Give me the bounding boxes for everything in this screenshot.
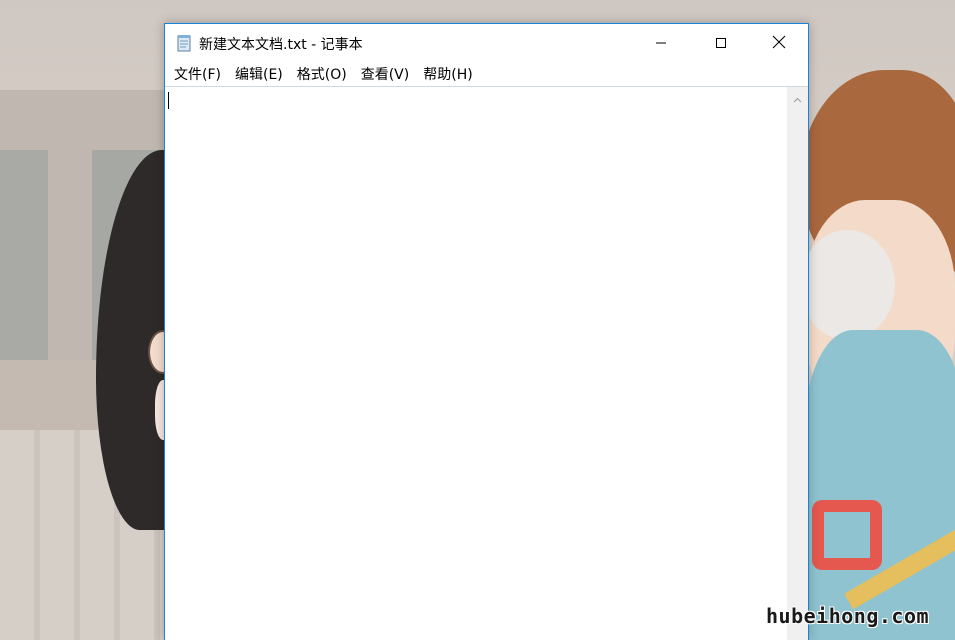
chevron-up-icon <box>793 88 802 107</box>
vertical-scrollbar[interactable] <box>787 87 808 640</box>
close-icon <box>772 34 786 53</box>
notepad-icon[interactable] <box>175 34 193 52</box>
minimize-button[interactable] <box>638 24 684 62</box>
menu-view[interactable]: 查看(V) <box>354 62 417 86</box>
text-editor[interactable] <box>165 87 785 640</box>
wallpaper-boy-mask <box>800 230 895 340</box>
maximize-icon <box>715 34 727 53</box>
menu-format[interactable]: 格式(O) <box>290 62 354 86</box>
text-caret <box>168 92 169 109</box>
maximize-button[interactable] <box>698 24 744 62</box>
wallpaper-shirt-sign <box>812 500 882 570</box>
menu-help[interactable]: 帮助(H) <box>416 62 479 86</box>
notepad-window: 新建文本文档.txt - 记事本 文件(F) 编辑(E) 格式(O) 查看(V)… <box>164 23 809 640</box>
minimize-icon <box>655 34 667 53</box>
title-bar[interactable]: 新建文本文档.txt - 记事本 <box>165 24 808 62</box>
menu-edit[interactable]: 编辑(E) <box>228 62 290 86</box>
watermark: hubeihong.com <box>766 604 930 628</box>
close-button[interactable] <box>756 24 802 62</box>
wallpaper-window-pane <box>0 150 48 360</box>
scroll-up-button[interactable] <box>787 87 808 108</box>
editor-area <box>165 86 808 640</box>
menu-bar: 文件(F) 编辑(E) 格式(O) 查看(V) 帮助(H) <box>165 62 808 86</box>
menu-file[interactable]: 文件(F) <box>167 62 228 86</box>
window-title: 新建文本文档.txt - 记事本 <box>199 37 363 53</box>
